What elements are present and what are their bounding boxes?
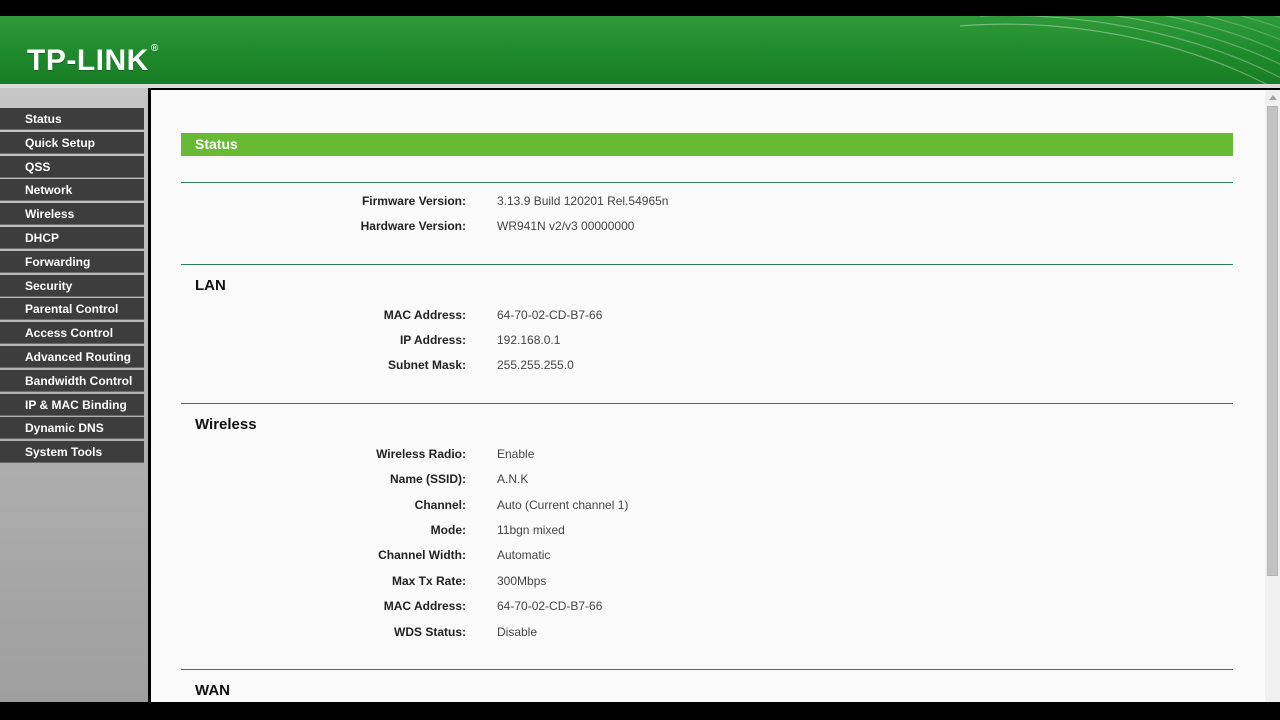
field-label: Wireless Radio: <box>376 447 466 461</box>
sidebar-item-security[interactable]: Security <box>0 274 144 297</box>
field-label: WDS Status: <box>394 625 466 639</box>
section-heading-lan: LAN <box>195 277 226 294</box>
field-label: IP Address: <box>399 333 466 347</box>
sidebar-item-dynamic-dns[interactable]: Dynamic DNS <box>0 417 144 440</box>
sidebar-menu: Status Quick Setup QSS Network Wireless … <box>0 108 144 465</box>
field-value: 64-70-02-CD-B7-66 <box>497 599 603 613</box>
sidebar-item-advanced-routing[interactable]: Advanced Routing <box>0 345 144 368</box>
sidebar-item-network[interactable]: Network <box>0 179 144 202</box>
info-row: Subnet Mask: 255.255.255.0 <box>151 358 1251 376</box>
page-title: Status <box>181 133 1233 156</box>
sidebar-item-wireless[interactable]: Wireless <box>0 203 144 226</box>
sidebar-item-ip-mac-binding[interactable]: IP & MAC Binding <box>0 393 144 416</box>
field-label: MAC Address: <box>383 599 466 613</box>
section-divider <box>181 669 1233 670</box>
sidebar-item-quick-setup[interactable]: Quick Setup <box>0 131 144 154</box>
info-row: Max Tx Rate: 300Mbps <box>151 574 1251 592</box>
field-label: Max Tx Rate: <box>391 574 466 588</box>
field-value: 300Mbps <box>497 574 547 588</box>
info-row: Channel: Auto (Current channel 1) <box>151 498 1251 516</box>
scroll-thumb[interactable] <box>1267 106 1278 576</box>
field-value: Auto (Current channel 1) <box>497 498 629 512</box>
info-row: MAC Address: 64-70-02-CD-B7-66 <box>151 308 1251 326</box>
sidebar-item-dhcp[interactable]: DHCP <box>0 226 144 249</box>
field-value: 255.255.255.0 <box>497 358 574 372</box>
field-value: A.N.K <box>497 472 529 486</box>
field-value: Automatic <box>497 548 551 562</box>
header-divider <box>0 84 1280 88</box>
info-row: Wireless Radio: Enable <box>151 447 1251 465</box>
sidebar-item-status[interactable]: Status <box>0 108 144 130</box>
field-value: 64-70-02-CD-B7-66 <box>497 308 603 322</box>
info-row: Channel Width: Automatic <box>151 548 1251 566</box>
field-value: 11bgn mixed <box>497 523 565 537</box>
info-row: MAC Address: 64-70-02-CD-B7-66 <box>151 599 1251 617</box>
tp-link-logo: TP-LINK ® <box>27 43 159 77</box>
bottom-frame <box>0 702 1280 720</box>
field-label: MAC Address: <box>383 308 466 322</box>
field-label: Firmware Version: <box>361 194 466 208</box>
info-row: Firmware Version: 3.13.9 Build 120201 Re… <box>151 194 1251 212</box>
info-row: Name (SSID): A.N.K <box>151 472 1251 490</box>
field-label: Name (SSID): <box>389 472 466 486</box>
sidebar-item-bandwidth-control[interactable]: Bandwidth Control <box>0 369 144 392</box>
info-row: IP Address: 192.168.0.1 <box>151 333 1251 351</box>
main-content: Status Firmware Version: 3.13.9 Build 12… <box>151 90 1265 702</box>
field-value: Disable <box>497 625 538 639</box>
section-divider <box>181 182 1233 183</box>
field-label: Hardware Version: <box>360 219 466 233</box>
sidebar: Status Quick Setup QSS Network Wireless … <box>0 88 148 702</box>
field-label: Subnet Mask: <box>387 358 466 372</box>
scroll-up-arrow-icon[interactable] <box>1269 95 1277 100</box>
sidebar-item-qss[interactable]: QSS <box>0 155 144 178</box>
field-value: 192.168.0.1 <box>497 333 561 347</box>
info-row: WDS Status: Disable <box>151 625 1251 643</box>
field-value: 3.13.9 Build 120201 Rel.54965n <box>497 194 669 208</box>
section-heading-wireless: Wireless <box>195 416 257 433</box>
sidebar-item-system-tools[interactable]: System Tools <box>0 441 144 464</box>
section-heading-wan: WAN <box>195 682 230 699</box>
sidebar-item-forwarding[interactable]: Forwarding <box>0 250 144 273</box>
sidebar-item-access-control[interactable]: Access Control <box>0 322 144 345</box>
sidebar-item-parental-control[interactable]: Parental Control <box>0 298 144 321</box>
header-banner: TP-LINK ® <box>0 16 1280 84</box>
section-divider <box>181 403 1233 404</box>
vertical-scrollbar[interactable] <box>1265 90 1280 702</box>
info-row: Hardware Version: WR941N v2/v3 00000000 <box>151 219 1251 237</box>
section-divider <box>181 264 1233 265</box>
field-value: Enable <box>497 447 535 461</box>
field-label: Channel: <box>414 498 466 512</box>
header-swoosh-decoration <box>960 16 1280 84</box>
field-label: Mode: <box>430 523 466 537</box>
field-label: Channel Width: <box>378 548 466 562</box>
info-row: Mode: 11bgn mixed <box>151 523 1251 541</box>
field-value: WR941N v2/v3 00000000 <box>497 219 635 233</box>
